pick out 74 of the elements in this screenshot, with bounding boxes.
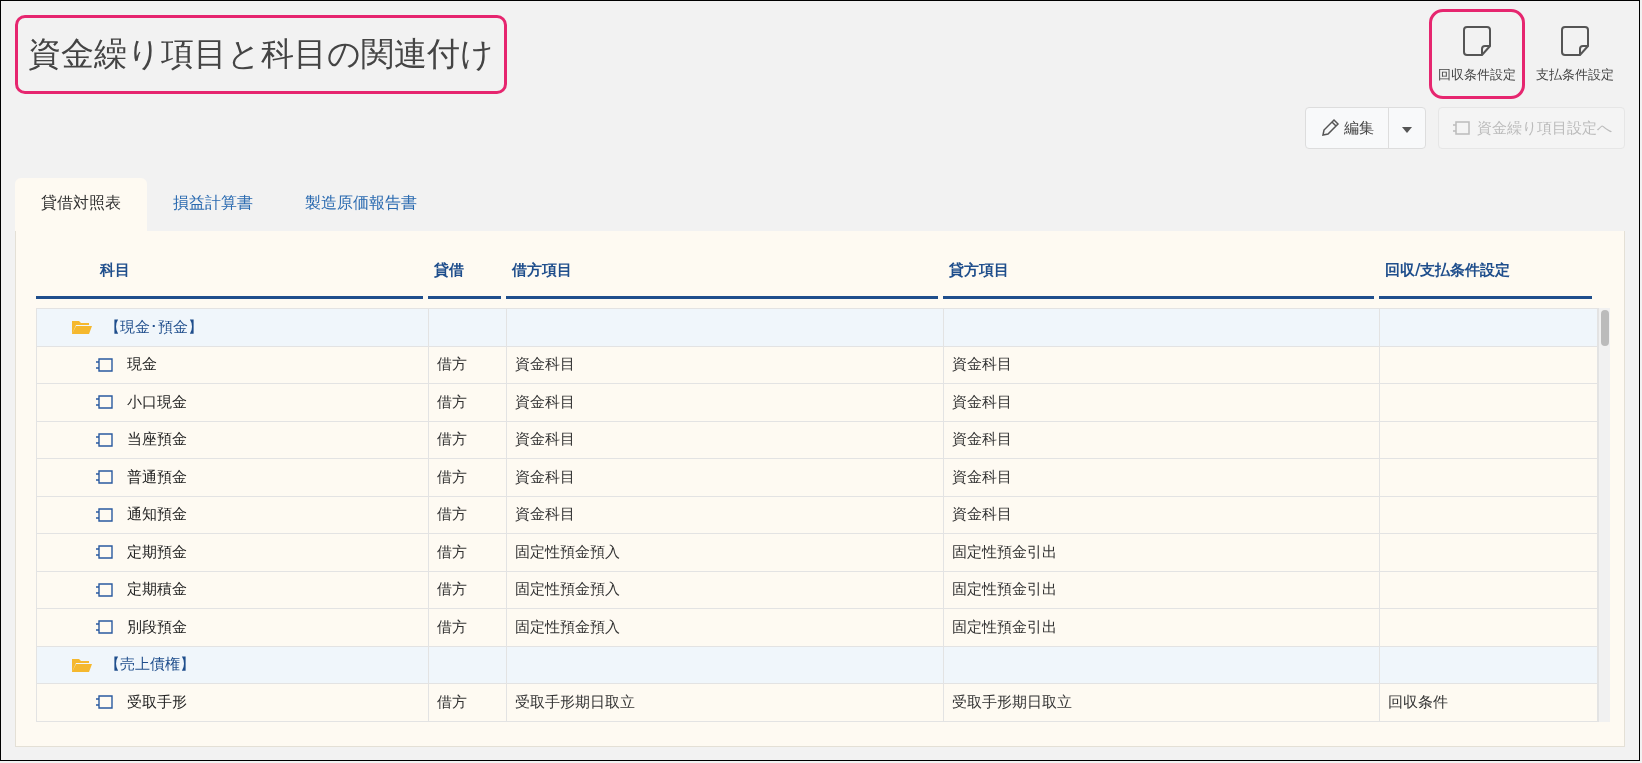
column-header: 借方項目 bbox=[506, 251, 938, 299]
column-header: 回収/支払条件設定 bbox=[1379, 251, 1592, 299]
table-cell: 資金科目 bbox=[944, 384, 1380, 421]
tab[interactable]: 貸借対照表 bbox=[15, 178, 147, 231]
group-name: 【現金･預金】 bbox=[105, 317, 203, 337]
account-cell[interactable]: 受取手形 bbox=[37, 684, 429, 721]
column-header: 科目 bbox=[36, 251, 423, 299]
table-cell: 借方 bbox=[429, 534, 507, 571]
account-name: 別段預金 bbox=[127, 617, 187, 637]
tag-icon bbox=[95, 395, 113, 410]
account-name: 当座預金 bbox=[127, 430, 187, 450]
account-name: 小口現金 bbox=[127, 392, 187, 412]
table-cell: 固定性預金預入 bbox=[507, 534, 944, 571]
note-icon bbox=[1460, 24, 1494, 58]
tab[interactable]: 製造原価報告書 bbox=[279, 178, 443, 231]
table-cell: 資金科目 bbox=[944, 496, 1380, 533]
account-cell[interactable]: 小口現金 bbox=[37, 384, 429, 421]
account-cell[interactable]: 定期預金 bbox=[37, 534, 429, 571]
tag-icon bbox=[95, 695, 113, 710]
table-cell: 借方 bbox=[429, 684, 507, 721]
table-cell: 固定性預金引出 bbox=[944, 534, 1380, 571]
table-cell: 借方 bbox=[429, 609, 507, 646]
tag-icon bbox=[95, 545, 113, 560]
pencil-icon bbox=[1320, 118, 1340, 138]
table-cell: 回収条件 bbox=[1380, 684, 1598, 721]
note-button[interactable]: 支払条件設定 bbox=[1527, 9, 1623, 99]
account-cell[interactable]: 定期積金 bbox=[37, 571, 429, 608]
account-cell[interactable]: 別段預金 bbox=[37, 609, 429, 646]
column-header: 貸方項目 bbox=[943, 251, 1374, 299]
table-cell: 借方 bbox=[429, 571, 507, 608]
table-cell: 資金科目 bbox=[944, 459, 1380, 496]
table-cell: 固定性預金引出 bbox=[944, 609, 1380, 646]
page-title: 資金繰り項目と科目の関連付け bbox=[15, 15, 507, 94]
table-cell: 資金科目 bbox=[507, 346, 944, 383]
caret-icon bbox=[1402, 126, 1412, 133]
note-icon bbox=[1558, 24, 1592, 58]
table-cell: 固定性預金預入 bbox=[507, 571, 944, 608]
account-cell[interactable]: 当座預金 bbox=[37, 421, 429, 458]
tag-icon bbox=[1451, 120, 1471, 136]
tag-icon bbox=[95, 507, 113, 522]
account-name: 受取手形 bbox=[127, 692, 187, 712]
account-name: 定期預金 bbox=[127, 542, 187, 562]
account-cell[interactable]: 通知預金 bbox=[37, 496, 429, 533]
table-cell: 資金科目 bbox=[944, 421, 1380, 458]
table-cell: 借方 bbox=[429, 496, 507, 533]
table-cell: 借方 bbox=[429, 459, 507, 496]
account-cell[interactable]: 現金 bbox=[37, 346, 429, 383]
table-cell: 受取手形期日取立 bbox=[944, 684, 1380, 721]
table-cell: 資金科目 bbox=[944, 346, 1380, 383]
tag-icon bbox=[95, 470, 113, 485]
account-cell[interactable]: 普通預金 bbox=[37, 459, 429, 496]
table-cell: 固定性預金預入 bbox=[507, 609, 944, 646]
scrollbar[interactable] bbox=[1599, 308, 1610, 722]
tag-icon bbox=[95, 432, 113, 447]
table-cell: 受取手形期日取立 bbox=[507, 684, 944, 721]
tag-icon bbox=[95, 582, 113, 597]
table-cell: 借方 bbox=[429, 346, 507, 383]
account-name: 普通預金 bbox=[127, 467, 187, 487]
note-button[interactable]: 回収条件設定 bbox=[1429, 9, 1525, 99]
tag-icon bbox=[95, 620, 113, 635]
column-header: 貸借 bbox=[428, 251, 501, 299]
table-cell: 資金科目 bbox=[507, 384, 944, 421]
tag-icon bbox=[95, 357, 113, 372]
table-cell: 借方 bbox=[429, 421, 507, 458]
table-cell: 借方 bbox=[429, 384, 507, 421]
account-name: 現金 bbox=[127, 355, 157, 375]
group-name: 【売上債権】 bbox=[105, 655, 195, 675]
account-name: 通知預金 bbox=[127, 505, 187, 525]
table-cell: 固定性預金引出 bbox=[944, 571, 1380, 608]
table-cell: 資金科目 bbox=[507, 459, 944, 496]
table-cell: 資金科目 bbox=[507, 421, 944, 458]
table-cell: 資金科目 bbox=[507, 496, 944, 533]
account-name: 定期積金 bbox=[127, 580, 187, 600]
tab[interactable]: 損益計算書 bbox=[147, 178, 279, 231]
